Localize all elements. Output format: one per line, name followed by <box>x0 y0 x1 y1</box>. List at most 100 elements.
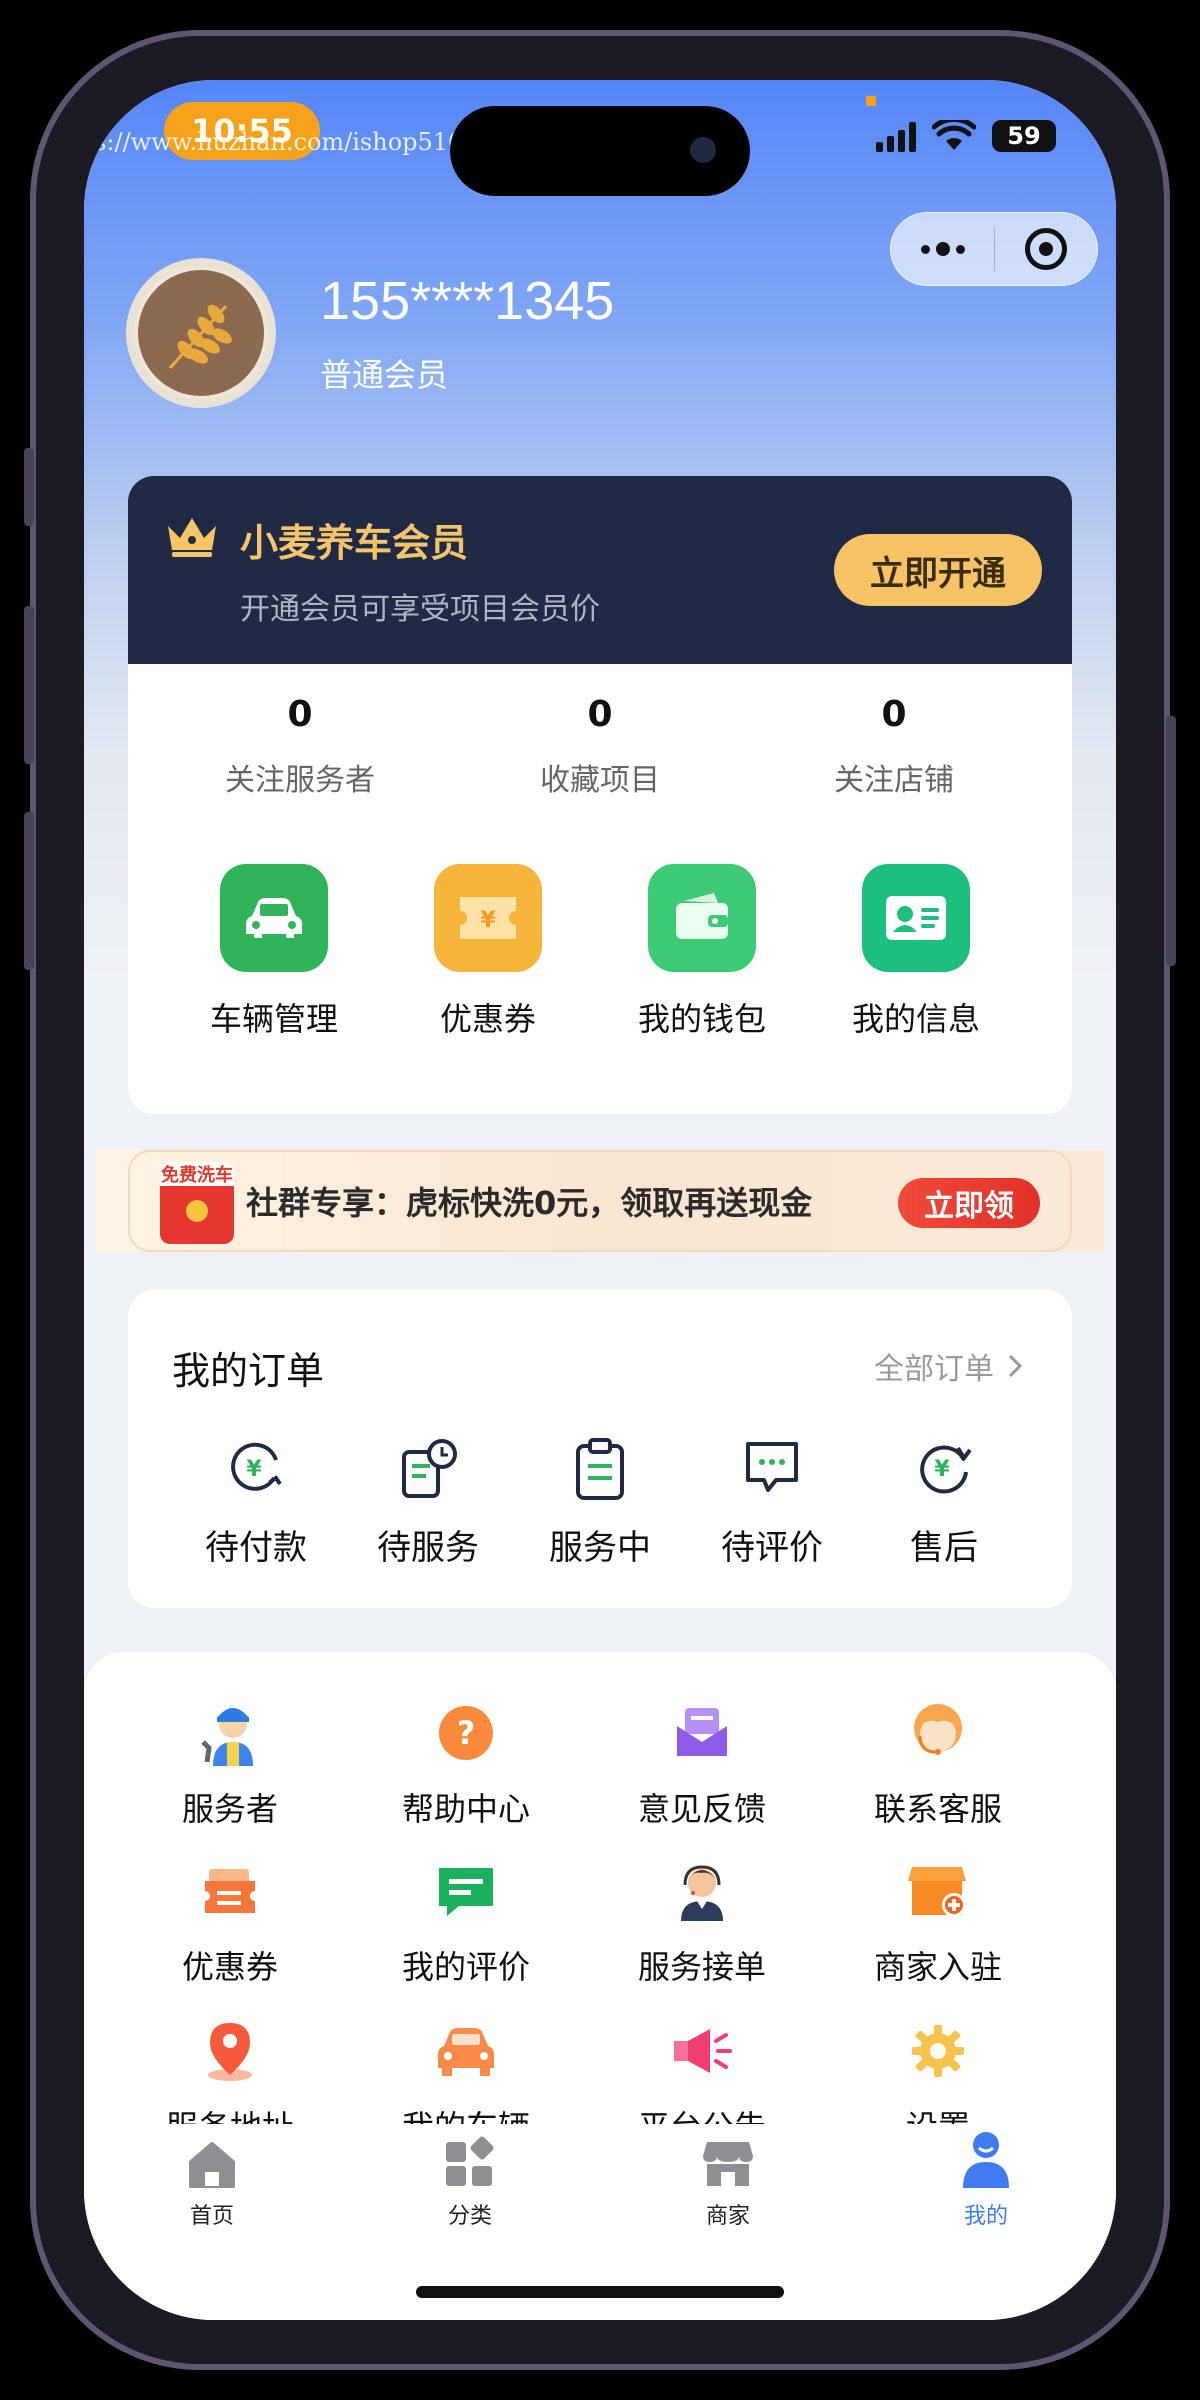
crown-icon <box>164 512 220 562</box>
shortcut-label: 我的信息 <box>851 1000 980 1038</box>
user-stats-card: 0 关注服务者 0 收藏项目 0 关注店铺 车辆管理 ¥ 优惠券 我的钱包 我的… <box>128 664 1072 1114</box>
service-label: 设置 <box>820 2102 1056 2124</box>
shortcut-my-info[interactable]: 我的信息 <box>816 864 1016 1040</box>
shortcut-label: 车辆管理 <box>209 1000 338 1038</box>
yuan-clock-icon: ¥ <box>166 1438 346 1502</box>
power-button <box>1166 716 1176 966</box>
service-merchant-join[interactable]: 商家入驻 <box>820 1856 1056 1988</box>
side-button <box>24 606 34 764</box>
order-pending-payment[interactable]: ¥ 待付款 <box>166 1438 346 1569</box>
service-address[interactable]: 服务地址 <box>112 2016 348 2124</box>
tab-label: 首页 <box>189 2204 234 2229</box>
service-label: 平台公告 <box>584 2102 820 2124</box>
service-label: 联系客服 <box>873 1790 1002 1828</box>
privacy-indicator <box>866 96 876 106</box>
service-label: 意见反馈 <box>637 1790 766 1828</box>
shortcut-vehicle-management[interactable]: 车辆管理 <box>174 864 374 1040</box>
watermark-text: https://www.huzhan.com/ishop51604 <box>84 128 494 156</box>
battery-icon: 59 <box>992 120 1056 152</box>
service-feedback[interactable]: 意见反馈 <box>584 1698 820 1830</box>
order-label: 售后 <box>910 1528 978 1568</box>
megaphone-icon <box>584 2016 820 2086</box>
tab-label: 我的 <box>963 2204 1008 2229</box>
car-icon <box>220 864 328 972</box>
service-label: 我的评价 <box>401 1948 530 1986</box>
order-label: 待服务 <box>377 1528 479 1568</box>
svg-text:¥: ¥ <box>246 1457 262 1482</box>
service-worker[interactable]: 服务者 <box>112 1698 348 1830</box>
service-label: 我的车辆 <box>348 2102 584 2124</box>
status-icons: 59 <box>876 116 1056 152</box>
store-plus-icon <box>820 1856 1056 1926</box>
vip-card: 小麦养车会员 开通会员可享受项目会员价 立即开通 <box>128 476 1072 664</box>
order-pending-review[interactable]: 待评价 <box>682 1438 862 1569</box>
order-label: 待评价 <box>721 1528 823 1568</box>
coupon-icon: ¥ <box>434 864 542 972</box>
banner-text: 社群专享：虎标快洗0元，领取再送现金 <box>246 1184 813 1222</box>
review-icon <box>348 1856 584 1926</box>
member-level: 普通会员 <box>320 356 449 394</box>
order-after-sales[interactable]: ¥ 售后 <box>854 1438 1034 1569</box>
service-contact-support[interactable]: 联系客服 <box>820 1698 1056 1830</box>
claim-button[interactable]: 立即领 <box>898 1178 1040 1228</box>
order-in-service[interactable]: 服务中 <box>510 1438 690 1569</box>
free-wash-badge-icon: 免费洗车 <box>160 1162 234 1244</box>
wifi-icon <box>931 116 977 152</box>
order-pending-service[interactable]: 待服务 <box>338 1438 518 1569</box>
dynamic-island <box>450 106 750 196</box>
all-orders-link[interactable]: 全部订单 <box>874 1344 1022 1388</box>
stat-value: 0 <box>881 694 907 735</box>
more-menu-button[interactable] <box>891 242 994 256</box>
tab-home[interactable]: 首页 <box>112 2134 312 2230</box>
my-orders-card: 我的订单 全部订单 ¥ 待付款 待服务 服务中 待评价 ¥ 售后 <box>128 1290 1072 1608</box>
miniprogram-capsule <box>890 212 1098 286</box>
service-help-center[interactable]: ? 帮助中心 <box>348 1698 584 1830</box>
promo-banner[interactable]: 免费洗车 社群专享：虎标快洗0元，领取再送现金 立即领 <box>96 1150 1104 1252</box>
vip-subtitle: 开通会员可享受项目会员价 <box>240 592 600 627</box>
tab-label: 商家 <box>705 2204 750 2229</box>
order-label: 服务中 <box>549 1528 651 1568</box>
close-miniprogram-button[interactable] <box>995 228 1097 270</box>
customer-service-icon <box>820 1698 1056 1768</box>
tab-mine[interactable]: 我的 <box>886 2132 1086 2230</box>
app-screen: 10:55 https://www.huzhan.com/ishop51604 … <box>84 80 1116 2320</box>
shortcut-wallet[interactable]: 我的钱包 <box>602 864 802 1040</box>
wallet-icon <box>648 864 756 972</box>
service-label: 服务者 <box>181 1790 278 1828</box>
yuan-refresh-icon: ¥ <box>854 1438 1034 1502</box>
user-icon <box>886 2132 1086 2188</box>
id-card-icon <box>862 864 970 972</box>
tab-shops[interactable]: 商家 <box>628 2134 828 2230</box>
coupon-icon <box>112 1856 348 1926</box>
stat-favorite-items[interactable]: 0 收藏项目 <box>480 694 720 799</box>
svg-text:¥: ¥ <box>480 908 496 933</box>
avatar[interactable] <box>126 258 276 408</box>
tab-label: 分类 <box>447 2204 492 2229</box>
stat-followed-shops[interactable]: 0 关注店铺 <box>774 694 1014 799</box>
feedback-icon <box>584 1698 820 1768</box>
tab-category[interactable]: 分类 <box>370 2134 570 2230</box>
service-my-reviews[interactable]: 我的评价 <box>348 1856 584 1988</box>
help-icon: ? <box>348 1698 584 1768</box>
car-icon <box>348 2016 584 2086</box>
all-orders-label: 全部订单 <box>874 1352 994 1387</box>
chat-bubble-icon <box>682 1438 862 1502</box>
clipboard-icon <box>510 1438 690 1502</box>
order-label: 待付款 <box>205 1528 307 1568</box>
signal-icon <box>876 122 916 152</box>
service-settings[interactable]: 设置 <box>820 2016 1056 2124</box>
stat-followed-providers[interactable]: 0 关注服务者 <box>180 694 420 799</box>
side-button <box>24 812 34 970</box>
activate-vip-button[interactable]: 立即开通 <box>834 534 1042 606</box>
service-my-vehicles[interactable]: 我的车辆 <box>348 2016 584 2124</box>
service-take-orders[interactable]: 服务接单 <box>584 1856 820 1988</box>
gear-icon <box>820 2016 1056 2086</box>
wheat-logo-icon <box>138 270 264 396</box>
service-announcements[interactable]: 平台公告 <box>584 2016 820 2124</box>
chevron-right-icon <box>1008 1354 1022 1378</box>
home-icon <box>112 2134 312 2188</box>
camera-icon <box>690 137 716 163</box>
shortcut-coupons[interactable]: ¥ 优惠券 <box>388 864 588 1040</box>
service-label: 服务地址 <box>112 2102 348 2124</box>
service-coupons[interactable]: 优惠券 <box>112 1856 348 1988</box>
